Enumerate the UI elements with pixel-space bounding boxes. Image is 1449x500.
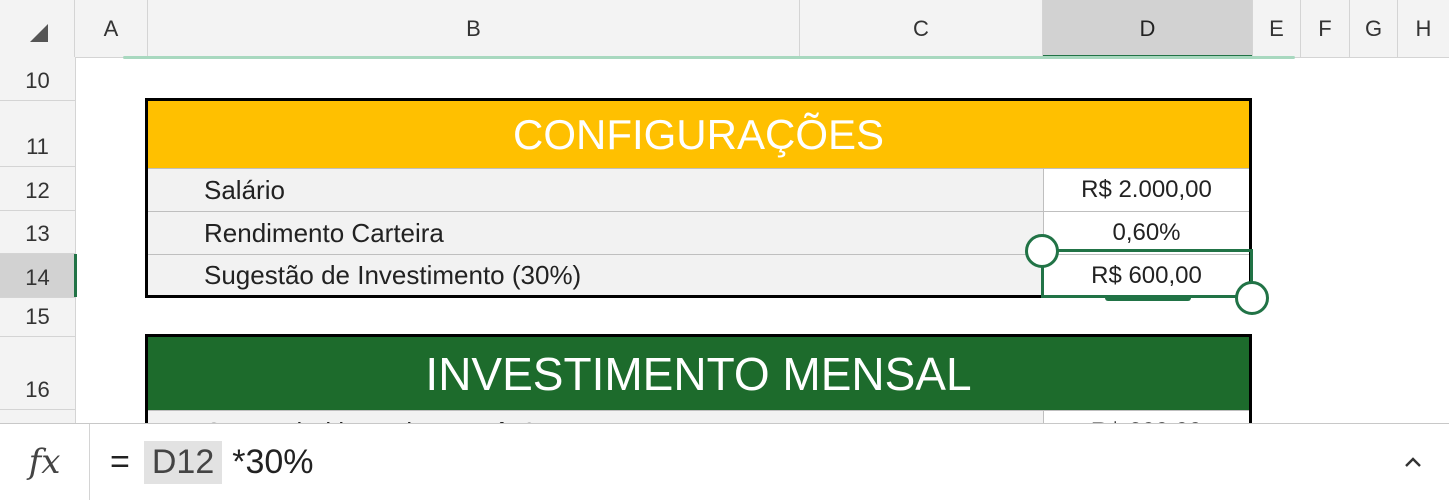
select-all-triangle-icon bbox=[30, 24, 48, 42]
invest-title[interactable]: INVESTIMENTO MENSAL bbox=[148, 337, 1249, 410]
select-all-button[interactable] bbox=[0, 0, 75, 57]
column-header-d[interactable]: D bbox=[1043, 0, 1253, 58]
previous-table-border bbox=[123, 56, 1295, 59]
row-header-10[interactable]: 10 bbox=[0, 57, 75, 101]
column-header-e[interactable]: E bbox=[1253, 0, 1301, 57]
invest-table: INVESTIMENTO MENSAL Quanto irei investir… bbox=[145, 334, 1252, 453]
salary-value[interactable]: R$ 2.000,00 bbox=[1043, 168, 1249, 211]
suggestion-label[interactable]: Sugestão de Investimento (30%) bbox=[204, 255, 581, 296]
row-header-17[interactable] bbox=[0, 410, 75, 423]
chevron-up-icon[interactable] bbox=[1399, 448, 1427, 476]
column-header-bar: A B C D E F G H bbox=[0, 0, 1449, 58]
formula-cell-reference: D12 bbox=[143, 440, 223, 484]
row-header-15[interactable]: 15 bbox=[0, 298, 75, 337]
column-header-b[interactable]: B bbox=[148, 0, 800, 57]
yield-label[interactable]: Rendimento Carteira bbox=[204, 212, 444, 254]
row-header-16[interactable]: 16 bbox=[0, 337, 75, 410]
formula-input[interactable]: = D12 *30% bbox=[110, 438, 314, 486]
row-header-13[interactable]: 13 bbox=[0, 211, 75, 254]
column-header-g[interactable]: G bbox=[1350, 0, 1398, 57]
selection-handle-top-left[interactable] bbox=[1025, 234, 1059, 268]
formula-equals: = bbox=[110, 442, 130, 481]
chevron-up-svg bbox=[1405, 457, 1421, 467]
column-header-c[interactable]: C bbox=[800, 0, 1043, 57]
config-row-salary: Salário R$ 2.000,00 bbox=[148, 168, 1249, 211]
selection-handle-bottom-right[interactable] bbox=[1235, 281, 1269, 315]
column-header-h[interactable]: H bbox=[1398, 0, 1449, 57]
row-header-11[interactable]: 11 bbox=[0, 101, 75, 167]
config-title[interactable]: CONFIGURAÇÕES bbox=[148, 101, 1249, 168]
column-header-f[interactable]: F bbox=[1301, 0, 1350, 57]
fill-handle-bar[interactable] bbox=[1105, 295, 1191, 301]
column-header-a[interactable]: A bbox=[75, 0, 148, 57]
row-header-14[interactable]: 14 bbox=[0, 254, 77, 298]
yield-value[interactable]: 0,60% bbox=[1043, 211, 1249, 254]
active-cell-selection[interactable] bbox=[1041, 249, 1253, 298]
config-row-yield: Rendimento Carteira 0,60% bbox=[148, 211, 1249, 254]
salary-label[interactable]: Salário bbox=[204, 169, 285, 211]
row-header-bar: 10 11 12 13 14 15 16 bbox=[0, 57, 77, 423]
fx-icon[interactable]: fx bbox=[0, 424, 90, 500]
formula-operator: *30% bbox=[232, 442, 314, 481]
row-header-12[interactable]: 12 bbox=[0, 167, 75, 211]
formula-bar: fx = D12 *30% bbox=[0, 423, 1449, 500]
